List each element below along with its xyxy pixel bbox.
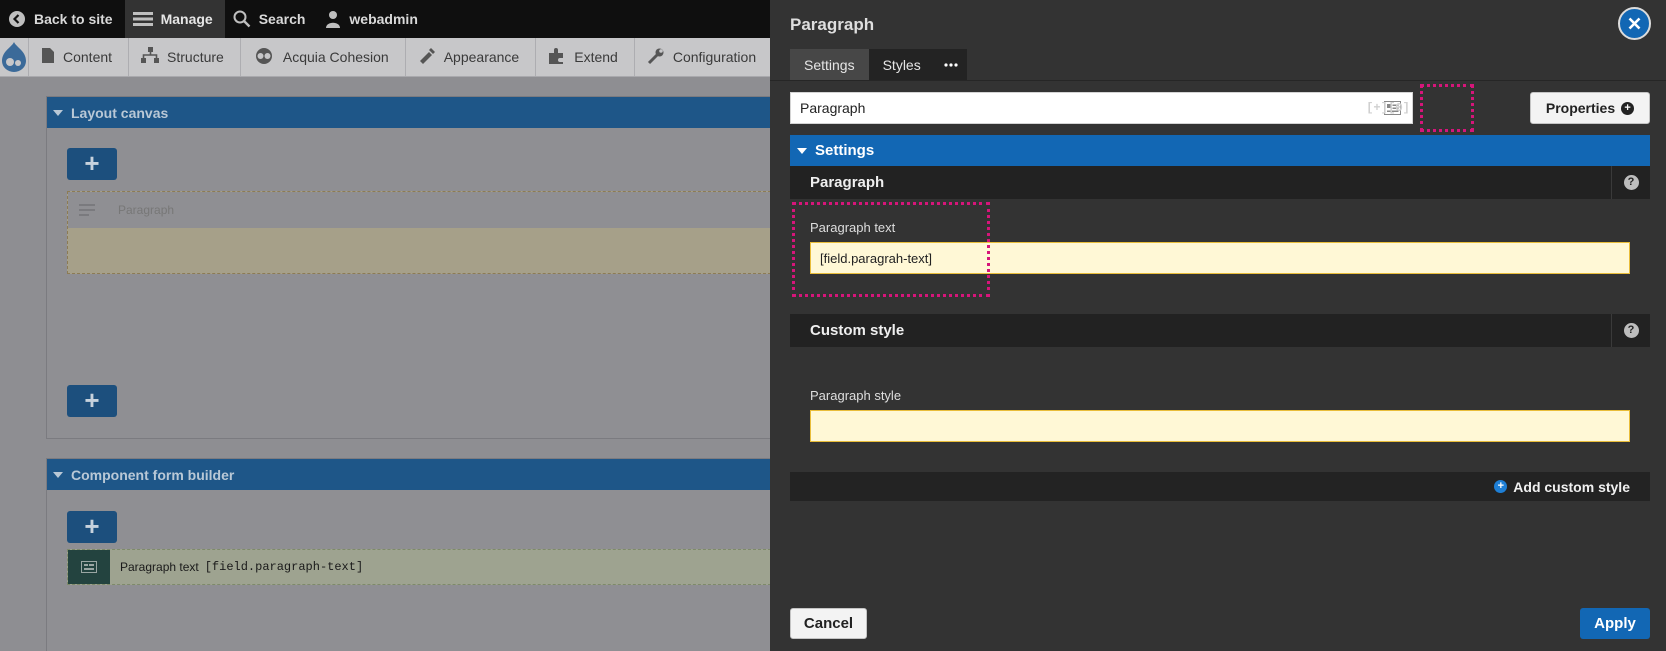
tray-item-label: Appearance	[443, 49, 520, 65]
add-component-button-bottom[interactable]: +	[67, 385, 117, 417]
add-custom-style-bar: + Add custom style	[790, 472, 1650, 501]
custom-style-group-title: Custom style	[810, 322, 905, 339]
plus-circle-icon: +	[1621, 101, 1635, 115]
caret-down-icon	[53, 471, 63, 478]
back-to-site-link[interactable]: Back to site	[0, 0, 125, 38]
highlight-paragraph-text	[792, 202, 990, 297]
properties-label: Properties	[1545, 100, 1616, 116]
layout-canvas-header[interactable]: Layout canvas	[47, 97, 770, 128]
search-tab[interactable]: Search	[225, 0, 318, 38]
settings-section-header[interactable]: Settings	[790, 135, 1650, 166]
component-label: Paragraph	[118, 203, 175, 217]
paragraph-style-input[interactable]	[810, 410, 1630, 442]
tray-item-extend[interactable]: Extend	[536, 38, 635, 76]
user-label: webadmin	[349, 11, 418, 27]
search-icon	[233, 10, 251, 28]
manage-tab[interactable]: Manage	[124, 0, 225, 38]
tray-item-label: Configuration	[672, 49, 757, 65]
tray-item-acquia-cohesion[interactable]: Acquia Cohesion	[241, 38, 406, 76]
modal-title: Paragraph	[790, 15, 875, 34]
manage-label: Manage	[160, 11, 213, 27]
component-name-input[interactable]: Paragraph	[790, 92, 1413, 124]
add-field-button[interactable]: +	[67, 511, 117, 543]
modal-tabs: Settings Styles	[790, 49, 967, 80]
hamburger-icon	[132, 11, 153, 27]
text-field-icon	[68, 550, 110, 584]
tray-item-content[interactable]: Content	[29, 38, 130, 76]
user-tab[interactable]: webadmin	[317, 0, 429, 38]
help-icon: ?	[1623, 175, 1639, 190]
component-name-value: Paragraph	[800, 100, 866, 116]
paragraph-icon	[68, 192, 106, 228]
appearance-icon	[418, 47, 436, 68]
caret-down-icon	[797, 147, 807, 154]
add-custom-style-link[interactable]: Add custom style	[1513, 479, 1630, 495]
paragraph-group-title: Paragraph	[810, 174, 885, 191]
apply-button[interactable]: Apply	[1580, 608, 1650, 639]
token-icon: [ʘ]	[1388, 101, 1410, 115]
paragraph-group-header: Paragraph ?	[790, 166, 1650, 199]
help-button[interactable]: ?	[1611, 166, 1650, 199]
admin-tray: Content Structure Acquia Cohesion Appear…	[0, 38, 770, 77]
layout-canvas-title: Layout canvas	[71, 104, 169, 121]
form-builder-title: Component form builder	[71, 466, 235, 483]
wrench-icon	[647, 47, 665, 68]
search-label: Search	[258, 11, 306, 27]
tab-styles[interactable]: Styles	[868, 49, 935, 80]
tray-item-label: Structure	[167, 49, 224, 65]
structure-icon	[141, 47, 160, 67]
drupal-logo-icon[interactable]	[0, 38, 29, 76]
paragraph-style-label: Paragraph style	[810, 388, 902, 403]
cancel-button[interactable]: Cancel	[790, 608, 867, 639]
layout-canvas-section: Layout canvas + Paragraph +	[46, 96, 771, 439]
tray-item-label: Acquia Cohesion	[282, 49, 389, 65]
content-icon	[41, 47, 55, 67]
add-component-button[interactable]: +	[67, 148, 117, 180]
user-icon	[325, 10, 341, 28]
component-settings-modal: Paragraph Settings Styles Paragraph [+] …	[770, 0, 1666, 651]
tray-item-configuration[interactable]: Configuration	[635, 38, 772, 76]
tab-divider	[770, 80, 1666, 81]
tray-item-label: Extend	[574, 49, 618, 65]
properties-button[interactable]: Properties +	[1530, 92, 1650, 124]
admin-toolbar: Back to site Manage Search webadmin	[0, 0, 770, 38]
more-tabs-button[interactable]	[934, 49, 967, 80]
plus-icon: +	[84, 148, 100, 178]
token-browser-button[interactable]: [ʘ]	[1384, 92, 1414, 124]
ellipsis-icon	[944, 62, 958, 67]
chevron-left-circle-icon	[8, 10, 26, 28]
help-icon: ?	[1623, 323, 1639, 338]
close-icon	[1628, 17, 1641, 30]
close-button[interactable]	[1618, 7, 1651, 40]
component-row: Paragraph	[68, 192, 770, 228]
tray-item-structure[interactable]: Structure	[129, 38, 241, 76]
help-button[interactable]: ?	[1611, 314, 1650, 347]
back-to-site-label: Back to site	[34, 11, 113, 27]
plus-icon: +	[84, 385, 100, 415]
cohesion-icon	[253, 47, 275, 68]
plus-icon: +	[84, 511, 100, 541]
tray-item-appearance[interactable]: Appearance	[406, 38, 537, 76]
highlight-variable-button	[1420, 84, 1474, 132]
form-field-token: [field.paragraph-text]	[204, 560, 364, 574]
tab-settings[interactable]: Settings	[790, 49, 869, 80]
custom-style-group-header: Custom style ?	[790, 314, 1650, 347]
form-field-label: Paragraph text	[120, 560, 199, 574]
plus-circle-icon: +	[1494, 480, 1508, 493]
form-field-row[interactable]: Paragraph text [field.paragraph-text]	[67, 549, 771, 585]
form-builder-section: Component form builder + Paragraph text …	[46, 458, 771, 651]
form-builder-header[interactable]: Component form builder	[47, 459, 770, 490]
paragraph-component[interactable]: Paragraph	[67, 191, 771, 274]
tray-item-label: Content	[63, 49, 113, 65]
caret-down-icon	[53, 109, 63, 116]
settings-title: Settings	[815, 142, 875, 159]
extend-icon	[548, 47, 566, 68]
